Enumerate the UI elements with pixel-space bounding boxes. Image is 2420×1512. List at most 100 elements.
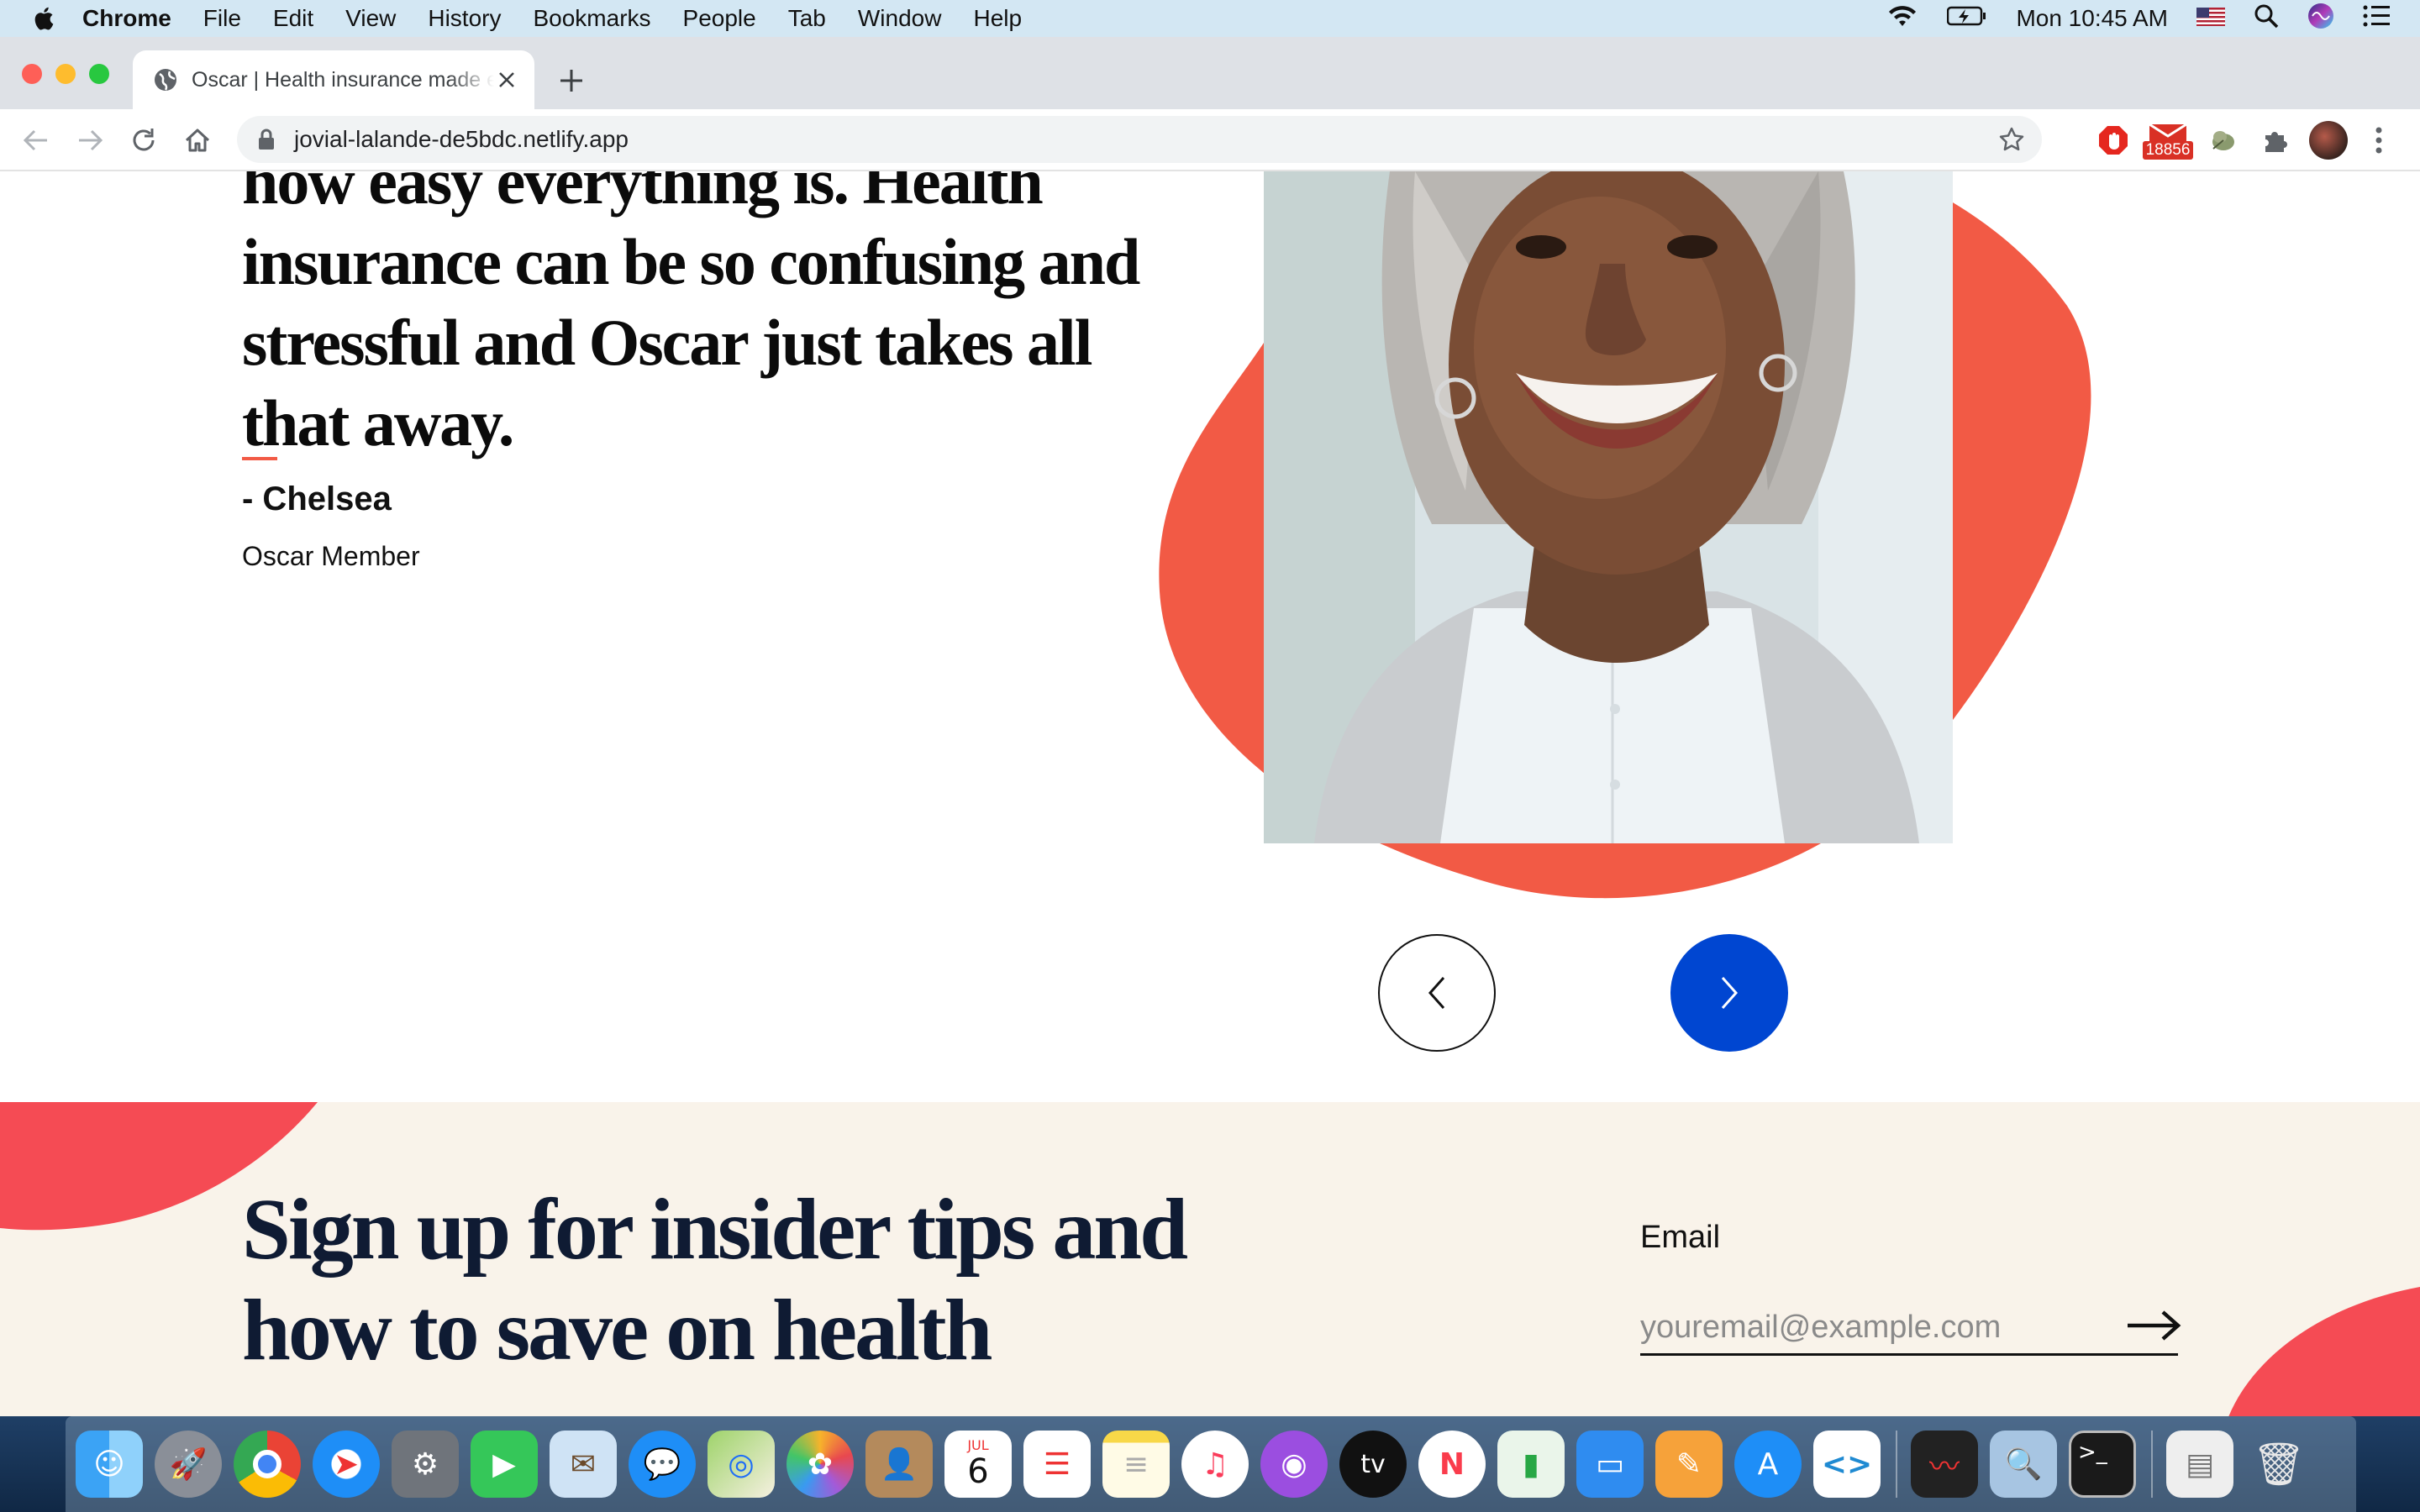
menubar-status-area: Mon 10:45 AM (1886, 0, 2420, 37)
quote-line: insurance can be so confusing and (242, 225, 1140, 298)
music-icon[interactable]: ♫ (1181, 1431, 1249, 1498)
address-bar[interactable]: jovial-lalande-de5bdc.netlify.app (237, 116, 2042, 163)
web-page: how easy everything is. Health insurance… (0, 171, 2420, 1416)
vscode-icon[interactable]: <> (1813, 1431, 1881, 1498)
menu-file[interactable]: File (203, 5, 241, 32)
mail-icon[interactable]: ✉ (550, 1431, 617, 1498)
calendar-icon[interactable]: JUL 6 (944, 1431, 1012, 1498)
macos-menu-bar: Chrome File Edit View History Bookmarks … (0, 0, 2420, 37)
minimize-window-button[interactable] (55, 64, 76, 84)
extensions-puzzle-icon[interactable] (2260, 123, 2291, 158)
keynote-icon[interactable]: ▭ (1576, 1431, 1644, 1498)
new-tab-plus-icon[interactable] (558, 67, 585, 94)
carousel-next-button[interactable] (1670, 934, 1788, 1052)
decorative-red-blob-right (2228, 1287, 2420, 1416)
screen: Chrome File Edit View History Bookmarks … (0, 0, 2420, 1512)
back-arrow-icon[interactable] (22, 126, 50, 155)
quote-accent-rule (242, 457, 277, 460)
browser-tab-active[interactable]: Oscar | Health insurance made easy (133, 50, 534, 109)
preview-icon[interactable]: 🔍 (1990, 1431, 2057, 1498)
leaf-extension-icon[interactable] (2208, 123, 2238, 158)
facetime-icon[interactable]: ▶ (471, 1431, 538, 1498)
documents-icon[interactable]: ▤ (2166, 1431, 2233, 1498)
apple-tv-icon[interactable]: tv (1339, 1431, 1407, 1498)
menubar-clock[interactable]: Mon 10:45 AM (2016, 5, 2168, 32)
mail-badge-count: 18856 (2143, 141, 2193, 160)
testimonial-role: Oscar Member (242, 541, 420, 571)
numbers-icon[interactable]: ▮ (1497, 1431, 1565, 1498)
mail-extension-icon[interactable]: 18856 (2143, 123, 2193, 160)
zoom-window-button[interactable] (89, 64, 109, 84)
email-label: Email (1640, 1220, 1721, 1255)
globe-icon (155, 69, 176, 91)
menu-window[interactable]: Window (858, 5, 942, 32)
notes-icon[interactable]: ≡ (1102, 1431, 1170, 1498)
menu-view[interactable]: View (345, 5, 396, 32)
spotlight-search-icon[interactable] (2254, 3, 2279, 34)
quote-line: stressful and Oscar just takes all (242, 306, 1092, 379)
menu-app-name[interactable]: Chrome (82, 5, 171, 32)
contacts-icon[interactable]: 👤 (865, 1431, 933, 1498)
launchpad-icon[interactable]: 🚀 (155, 1431, 222, 1498)
submit-arrow-icon[interactable] (2126, 1309, 2181, 1342)
finder-icon[interactable]: ☺ (76, 1431, 143, 1498)
menu-edit[interactable]: Edit (273, 5, 313, 32)
bookmark-star-icon[interactable] (1998, 126, 2025, 153)
window-controls (22, 64, 123, 84)
adblock-extension-icon[interactable] (2097, 123, 2129, 158)
tab-title: Oscar | Health insurance made easy (192, 67, 494, 92)
testimonial-quote: how easy everything is. Health insurance… (242, 171, 1150, 464)
browser-toolbar: jovial-lalande-de5bdc.netlify.app 18856 (0, 109, 2420, 171)
pages-icon[interactable]: ✎ (1655, 1431, 1723, 1498)
close-tab-icon[interactable] (496, 69, 518, 91)
signup-heading-line: Sign up for insider tips and (242, 1181, 1188, 1278)
reminders-icon[interactable]: ☰ (1023, 1431, 1091, 1498)
siri-icon[interactable] (2307, 3, 2334, 35)
us-flag-input-icon[interactable] (2196, 5, 2225, 32)
more-vertical-icon[interactable] (2371, 123, 2386, 158)
menu-people[interactable]: People (683, 5, 756, 32)
chevron-right-icon (1721, 977, 1739, 1009)
messages-icon[interactable]: 💬 (629, 1431, 696, 1498)
close-window-button[interactable] (22, 64, 42, 84)
dock-separator (2151, 1431, 2153, 1498)
lock-icon[interactable] (257, 128, 276, 151)
email-input[interactable] (1640, 1302, 2178, 1356)
newsletter-signup-section: Sign up for insider tips and how to save… (0, 1102, 2420, 1416)
maps-icon[interactable]: ◎ (708, 1431, 775, 1498)
news-icon[interactable]: N (1418, 1431, 1486, 1498)
member-portrait-photo (1264, 171, 1953, 843)
signup-heading-line: how to save on health (242, 1282, 992, 1378)
forward-arrow-icon[interactable] (76, 126, 104, 155)
menu-help[interactable]: Help (973, 5, 1022, 32)
calendar-day: 6 (967, 1452, 989, 1491)
safari-icon[interactable]: ➤ (313, 1431, 380, 1498)
menu-history[interactable]: History (428, 5, 501, 32)
home-icon[interactable] (183, 126, 212, 155)
browser-tab-strip: Oscar | Health insurance made easy (0, 37, 2420, 109)
reload-icon[interactable] (129, 126, 158, 155)
apple-tv-label: tv (1360, 1449, 1386, 1479)
podcasts-icon[interactable]: ◉ (1260, 1431, 1328, 1498)
menu-bookmarks[interactable]: Bookmarks (533, 5, 650, 32)
battery-charging-icon[interactable] (1947, 5, 1987, 33)
terminal-icon[interactable]: >_ (2069, 1431, 2136, 1498)
voice-memos-icon[interactable]: 〰 (1911, 1431, 1978, 1498)
chevron-left-icon (1428, 977, 1445, 1009)
menu-tab[interactable]: Tab (788, 5, 826, 32)
macos-dock: ☺ 🚀 ➤ ⚙ ▶ ✉ 💬 ◎ ✿ 👤 JUL 6 ☰ ≡ ♫ ◉ tv N ▮… (66, 1416, 2356, 1512)
system-preferences-icon[interactable]: ⚙ (392, 1431, 459, 1498)
wifi-icon[interactable] (1886, 4, 1918, 34)
calendar-month: JUL (967, 1437, 989, 1453)
dock-separator (1896, 1431, 1897, 1498)
carousel-previous-button[interactable] (1378, 934, 1496, 1052)
quote-line: how easy everything is. Health (242, 171, 1044, 218)
notification-center-icon[interactable] (2363, 4, 2391, 34)
app-store-icon[interactable]: A (1734, 1431, 1802, 1498)
profile-avatar[interactable] (2309, 121, 2348, 160)
chrome-icon[interactable] (234, 1431, 301, 1498)
photos-icon[interactable]: ✿ (786, 1431, 854, 1498)
apple-menu-icon[interactable] (34, 7, 54, 30)
trash-icon[interactable]: 🗑 (2245, 1431, 2312, 1498)
address-url[interactable]: jovial-lalande-de5bdc.netlify.app (294, 126, 629, 153)
